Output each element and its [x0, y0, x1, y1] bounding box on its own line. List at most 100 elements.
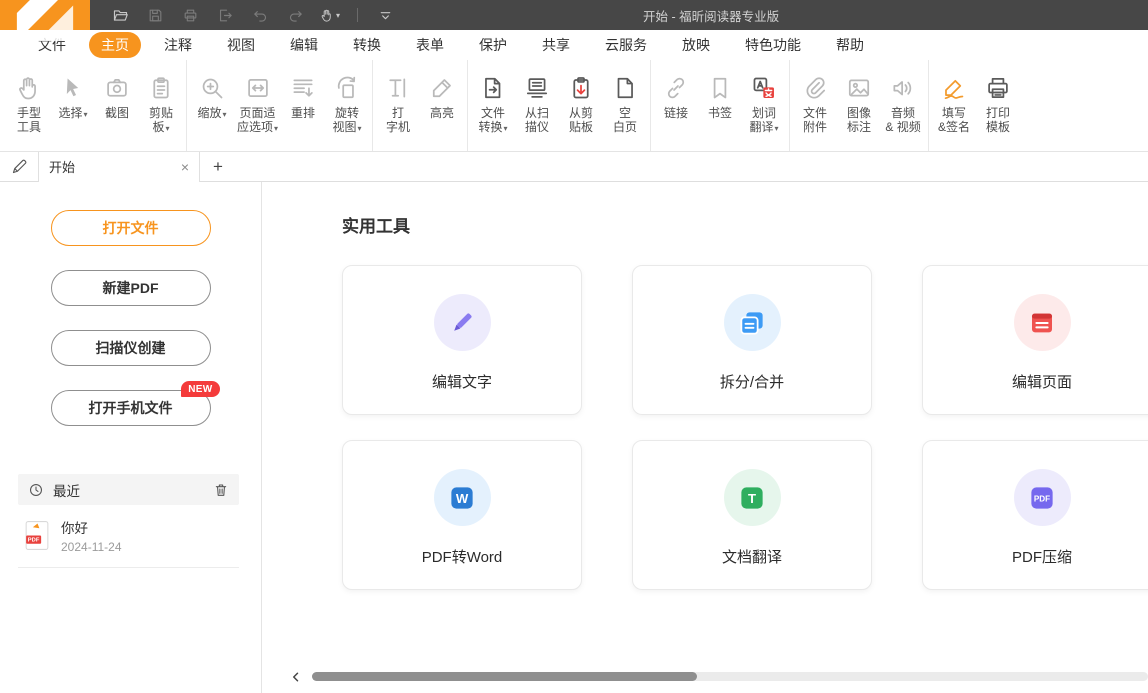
- tab-close-icon[interactable]: ×: [181, 159, 189, 175]
- ribbon-item-label: 剪贴板▾: [149, 106, 173, 136]
- ribbon-item-snapshot[interactable]: 截图: [95, 60, 139, 151]
- ribbon-item-label: 划词翻译▾: [750, 106, 779, 136]
- ribbon-item-rotate-view[interactable]: 旋转视图▾: [325, 60, 369, 151]
- ribbon-item-audio-video[interactable]: 音频& 视频: [881, 60, 925, 151]
- ribbon-item-label: 打印模板: [986, 106, 1010, 134]
- titlebar: ▾ 开始 - 福昕阅读器专业版: [0, 0, 1148, 30]
- ribbon-item-blank-page[interactable]: 空白页: [603, 60, 647, 151]
- print-icon: [182, 7, 199, 24]
- scroll-left-arrow-icon[interactable]: [290, 670, 306, 682]
- hand-mode-button[interactable]: ▾: [320, 6, 340, 24]
- menu-view[interactable]: 视图: [215, 32, 267, 58]
- recent-file-date: 2024-11-24: [61, 540, 122, 554]
- menu-protect[interactable]: 保护: [467, 32, 519, 58]
- new-pdf-button[interactable]: 新建PDF: [51, 270, 211, 306]
- toolbar-divider: [357, 8, 358, 22]
- ribbon-group: 填写&签名打印模板: [928, 60, 1023, 151]
- menu-help[interactable]: 帮助: [824, 32, 876, 58]
- menu-convert[interactable]: 转换: [341, 32, 393, 58]
- export-button[interactable]: [215, 6, 235, 24]
- ribbon-group: 打字机 高亮: [372, 60, 467, 151]
- ribbon-item-from-scanner[interactable]: 从扫描仪: [515, 60, 559, 151]
- ribbon-item-fill-sign[interactable]: 填写&签名: [932, 60, 976, 151]
- doc-translate-card[interactable]: T文档翻译: [632, 440, 872, 590]
- recent-header: 最近: [18, 474, 239, 505]
- content-area: 打开文件新建PDF 扫描仪创建打开手机文件NEW 最近 PDF你好2024-11-…: [0, 182, 1148, 693]
- app-window: ▾ 开始 - 福昕阅读器专业版 文件主页注释视图编辑转换表单保护共享云服务放映特…: [0, 0, 1148, 693]
- pdf-compress-card[interactable]: PDFPDF压缩: [922, 440, 1148, 590]
- recent-file-item[interactable]: PDF你好2024-11-24: [18, 505, 239, 568]
- split-merge-card[interactable]: 拆分/合并: [632, 265, 872, 415]
- bookmark-icon: [707, 75, 733, 101]
- link-icon: [663, 75, 689, 101]
- ribbon-item-from-clipboard[interactable]: 从剪贴板: [559, 60, 603, 151]
- ribbon-item-reflow[interactable]: 重排: [281, 60, 325, 151]
- edit-pages-card[interactable]: 编辑页面: [922, 265, 1148, 415]
- export-icon: [217, 7, 234, 24]
- redo-icon: [287, 7, 304, 24]
- ribbon-group: 手型工具选择▾ 截图剪贴板▾: [4, 60, 186, 151]
- edit-pages-icon-circle: [1014, 294, 1071, 351]
- tab-label: 开始: [49, 157, 75, 176]
- undo-icon: [252, 7, 269, 24]
- menu-share[interactable]: 共享: [530, 32, 582, 58]
- ribbon-item-zoom[interactable]: 缩放▾: [190, 60, 234, 151]
- ribbon-item-print-template[interactable]: 打印模板: [976, 60, 1020, 151]
- ribbon-item-image-annotation[interactable]: 图像标注: [837, 60, 881, 151]
- ribbon-item-clipboard[interactable]: 剪贴板▾: [139, 60, 183, 151]
- ribbon-item-select[interactable]: 选择▾: [51, 60, 95, 151]
- ribbon-item-label: 选择▾: [58, 106, 87, 122]
- customize-toolbar-button[interactable]: [375, 6, 395, 24]
- menu-edit[interactable]: 编辑: [278, 32, 330, 58]
- open-file-button[interactable]: [110, 6, 130, 24]
- menu-form[interactable]: 表单: [404, 32, 456, 58]
- ribbon-item-attachment[interactable]: 文件附件: [793, 60, 837, 151]
- ribbon-item-highlight[interactable]: 高亮: [420, 60, 464, 151]
- ribbon-item-page-fit[interactable]: 页面适应选项▾: [234, 60, 281, 151]
- ribbon-item-file-convert[interactable]: 文件转换▾: [471, 60, 515, 151]
- ribbon-item-label: 文件转换▾: [479, 106, 508, 136]
- open-file-button[interactable]: 打开文件: [51, 210, 211, 246]
- menu-cloud[interactable]: 云服务: [593, 32, 659, 58]
- scrollbar-track[interactable]: [312, 672, 1148, 681]
- menu-present[interactable]: 放映: [670, 32, 722, 58]
- menu-home[interactable]: 主页: [89, 32, 141, 58]
- ribbon-item-label: 打字机: [386, 106, 410, 134]
- foxit-logo-button[interactable]: [0, 0, 90, 30]
- trash-icon[interactable]: [213, 482, 229, 498]
- reflow-icon: [290, 75, 316, 101]
- ribbon-group: 文件附件图像标注音频& 视频: [789, 60, 928, 151]
- new-tab-button[interactable]: +: [213, 157, 223, 177]
- undo-button[interactable]: [250, 6, 270, 24]
- hand-icon: [16, 75, 42, 101]
- clipboard-icon: [148, 75, 174, 101]
- save-button[interactable]: [145, 6, 165, 24]
- open-mobile-file-button[interactable]: 打开手机文件NEW: [51, 390, 211, 426]
- doc-translate-icon-circle: T: [724, 469, 781, 526]
- ribbon-item-label: 从扫描仪: [525, 106, 549, 134]
- ribbon-item-typewriter[interactable]: 打字机: [376, 60, 420, 151]
- ribbon-item-label: 链接: [664, 106, 688, 120]
- scrollbar-thumb[interactable]: [312, 672, 697, 681]
- clock-icon: [28, 482, 44, 498]
- quick-access-toolbar: ▾: [110, 6, 395, 24]
- redo-button[interactable]: [285, 6, 305, 24]
- tab-start[interactable]: 开始 ×: [38, 152, 200, 182]
- ribbon-item-bookmark[interactable]: 书签: [698, 60, 742, 151]
- print-button[interactable]: [180, 6, 200, 24]
- ribbon-item-translate[interactable]: 划词翻译▾: [742, 60, 786, 151]
- ribbon-item-link[interactable]: 链接: [654, 60, 698, 151]
- ribbon-item-label: 高亮: [430, 106, 454, 120]
- pdf-to-word-card[interactable]: WPDF转Word: [342, 440, 582, 590]
- scanner-create-button[interactable]: 扫描仪创建: [51, 330, 211, 366]
- edit-pencil-icon[interactable]: [0, 158, 38, 175]
- typewriter-icon: [385, 75, 411, 101]
- ribbon-item-hand-tool[interactable]: 手型工具: [7, 60, 51, 151]
- menu-features[interactable]: 特色功能: [733, 32, 813, 58]
- menu-comment[interactable]: 注释: [152, 32, 204, 58]
- edit-pages-icon: [1027, 308, 1057, 338]
- pdf-to-word-icon: W: [447, 483, 477, 513]
- print-template-icon: [985, 75, 1011, 101]
- edit-text-card[interactable]: 编辑文字: [342, 265, 582, 415]
- rotate-icon: [334, 75, 360, 101]
